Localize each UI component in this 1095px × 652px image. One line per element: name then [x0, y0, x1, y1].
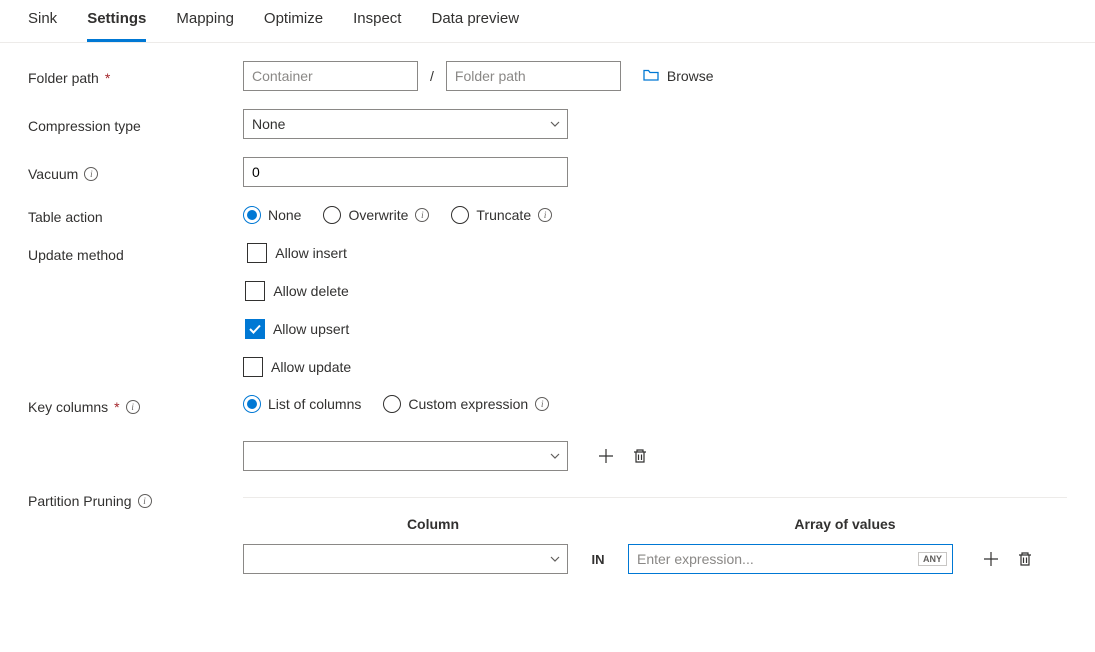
key-columns-list[interactable]: List of columns [243, 395, 361, 413]
table-action-overwrite[interactable]: Overwrite i [323, 206, 429, 224]
folder-path-input[interactable] [446, 61, 621, 91]
radio-icon [323, 206, 341, 224]
allow-delete-checkbox[interactable]: Allow delete [245, 281, 349, 301]
checkbox-icon [245, 319, 265, 339]
vacuum-input[interactable] [243, 157, 568, 187]
partition-column-select[interactable] [243, 544, 568, 574]
key-columns-label: Key columns * i [28, 395, 243, 415]
compression-type-select[interactable]: None [243, 109, 568, 139]
info-icon[interactable]: i [84, 167, 98, 181]
delete-button[interactable] [630, 446, 650, 466]
key-column-select[interactable] [243, 441, 568, 471]
update-method-label: Update method [28, 243, 243, 263]
chevron-down-icon [549, 118, 561, 130]
radio-icon [243, 206, 261, 224]
checkbox-icon [247, 243, 267, 263]
tab-optimize[interactable]: Optimize [264, 10, 323, 42]
delete-button[interactable] [1015, 549, 1035, 569]
radio-icon [243, 395, 261, 413]
checkbox-icon [245, 281, 265, 301]
tab-sink[interactable]: Sink [28, 10, 57, 42]
allow-upsert-checkbox[interactable]: Allow upsert [245, 319, 349, 339]
radio-icon [383, 395, 401, 413]
add-button[interactable] [596, 446, 616, 466]
tab-settings[interactable]: Settings [87, 10, 146, 42]
allow-update-checkbox[interactable]: Allow update [243, 357, 351, 377]
values-header: Array of values [623, 516, 1067, 532]
info-icon[interactable]: i [126, 400, 140, 414]
table-action-none[interactable]: None [243, 206, 301, 224]
compression-type-label: Compression type [28, 114, 243, 134]
table-action-label: Table action [28, 205, 243, 225]
tab-inspect[interactable]: Inspect [353, 10, 401, 42]
checkbox-icon [243, 357, 263, 377]
tab-bar: Sink Settings Mapping Optimize Inspect D… [0, 0, 1095, 43]
table-action-truncate[interactable]: Truncate i [451, 206, 552, 224]
vacuum-label: Vacuum i [28, 162, 243, 182]
column-header: Column [243, 516, 623, 532]
browse-button[interactable]: Browse [643, 68, 714, 85]
chevron-down-icon [549, 450, 561, 462]
info-icon[interactable]: i [138, 494, 152, 508]
info-icon[interactable]: i [415, 208, 429, 222]
info-icon[interactable]: i [538, 208, 552, 222]
tab-data-preview[interactable]: Data preview [431, 10, 519, 42]
container-input[interactable] [243, 61, 418, 91]
folder-path-label: Folder path * [28, 66, 243, 86]
folder-icon [643, 68, 659, 85]
required-indicator: * [114, 399, 119, 415]
partition-pruning-label: Partition Pruning i [28, 489, 243, 509]
key-columns-custom[interactable]: Custom expression i [383, 395, 549, 413]
chevron-down-icon [549, 553, 561, 565]
required-indicator: * [105, 70, 110, 86]
radio-icon [451, 206, 469, 224]
any-badge: ANY [918, 552, 947, 566]
path-separator: / [428, 68, 436, 84]
add-button[interactable] [981, 549, 1001, 569]
tab-mapping[interactable]: Mapping [176, 10, 234, 42]
in-label: IN [586, 552, 610, 567]
divider [243, 497, 1067, 498]
expression-input[interactable] [628, 544, 953, 574]
info-icon[interactable]: i [535, 397, 549, 411]
allow-insert-checkbox[interactable]: Allow insert [247, 243, 347, 263]
